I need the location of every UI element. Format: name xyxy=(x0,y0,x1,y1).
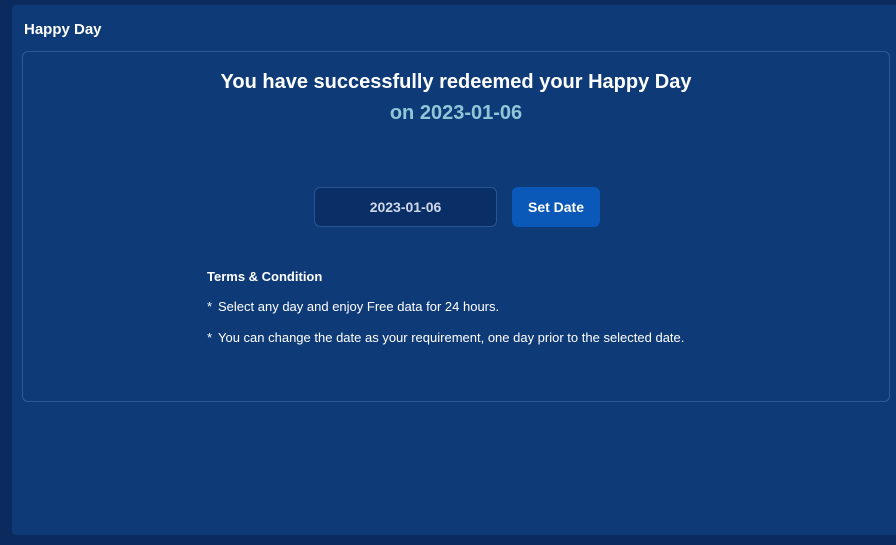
panel-title: Happy Day xyxy=(24,21,102,38)
term-text: You can change the date as your requirem… xyxy=(218,330,685,345)
happy-day-panel: Happy Day You have successfully redeemed… xyxy=(12,5,896,535)
bullet-marker: * xyxy=(207,330,213,345)
term-item: * Select any day and enjoy Free data for … xyxy=(207,299,684,314)
success-headline: You have successfully redeemed your Happ… xyxy=(220,71,692,93)
term-text: Select any day and enjoy Free data for 2… xyxy=(218,299,500,314)
terms-title: Terms & Condition xyxy=(207,269,323,284)
set-date-button[interactable]: Set Date xyxy=(512,187,600,227)
bullet-marker: * xyxy=(207,299,213,314)
redeemed-date-subline: on 2023-01-06 xyxy=(389,102,523,124)
redeem-card: You have successfully redeemed your Happ… xyxy=(22,51,890,402)
date-input[interactable] xyxy=(314,187,497,227)
term-item: * You can change the date as your require… xyxy=(207,330,684,345)
terms-section: Terms & Condition * Select any day and en… xyxy=(207,269,684,361)
